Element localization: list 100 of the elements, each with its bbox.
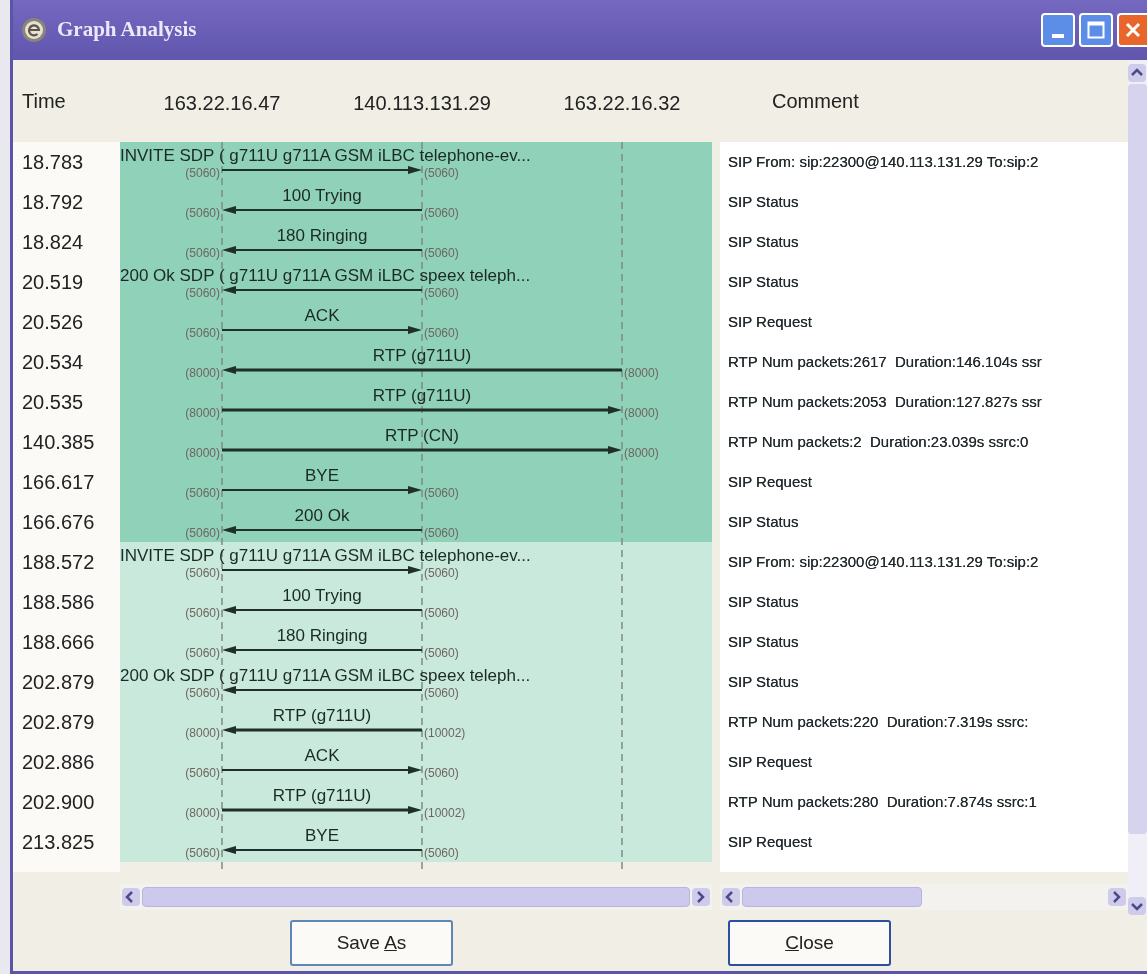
port-label: (5060): [424, 326, 459, 340]
time-cell-text: 18.792: [22, 190, 84, 215]
port-label: (5060): [185, 166, 220, 180]
port-label: (5060): [424, 646, 459, 660]
comment-cell-text: SIP From: sip:22300@140.113.131.29 To:sip:2: [728, 551, 1039, 572]
time-cell-text: 18.824: [22, 230, 84, 255]
message-label: 200 Ok SDP ( g711U g711A GSM iLBC speex teleph...: [120, 266, 531, 285]
port-label: (8000): [185, 446, 220, 460]
message-label: RTP (g711U): [272, 706, 372, 725]
message-label: RTP (g711U): [372, 346, 472, 365]
message-label: BYE: [305, 466, 339, 485]
port-label: (8000): [624, 406, 659, 420]
host-header: 140.113.131.29: [353, 91, 491, 116]
message-label: 180 Ringing: [276, 626, 368, 645]
host-header: 163.22.16.47: [163, 91, 281, 116]
time-cell-text: 202.879: [22, 670, 95, 695]
app-icon: [21, 17, 47, 43]
time-cell-text: 166.676: [22, 510, 95, 535]
time-cell-text: 20.519: [22, 270, 84, 295]
message-label: 100 Trying: [282, 186, 362, 205]
message-label: 200 Ok: [294, 506, 350, 525]
message-label: ACK: [304, 746, 340, 765]
time-cell-text: 213.825: [22, 830, 95, 855]
port-label: (5060): [185, 206, 220, 220]
port-label: (5060): [424, 526, 459, 540]
message-label: INVITE SDP ( g711U g711A GSM iLBC telephone-ev...: [120, 146, 531, 165]
comment-cell-text: RTP Num packets:2 Duration:23.039s ssrc:0: [728, 431, 1029, 452]
time-cell-text: 20.526: [22, 310, 84, 335]
time-cell-text: 166.617: [22, 470, 95, 495]
scrollbar-thumb[interactable]: [742, 887, 922, 907]
comment-cell-text: SIP Request: [728, 471, 812, 492]
comment-cell-text: SIP Request: [728, 751, 812, 772]
comment-cell-text: SIP From: sip:22300@140.113.131.29 To:sip:2: [728, 151, 1039, 172]
port-label: (5060): [424, 566, 459, 580]
port-label: (5060): [185, 766, 220, 780]
port-label: (5060): [185, 846, 220, 860]
window-title: Graph Analysis: [57, 16, 197, 44]
dialog-button[interactable]: Save As: [290, 920, 453, 966]
host-header: 163.22.16.32: [563, 91, 681, 116]
comment-cell-text: SIP Status: [728, 191, 799, 212]
port-label: (5060): [424, 166, 459, 180]
port-label: (5060): [185, 566, 220, 580]
port-label: (8000): [624, 446, 659, 460]
close-icon: [1125, 22, 1141, 38]
port-label: (8000): [185, 366, 220, 380]
time-cell-text: 188.586: [22, 590, 95, 615]
column-header: Time: [21, 89, 67, 114]
port-label: (5060): [424, 206, 459, 220]
comment-cell-text: RTP Num packets:2617 Duration:146.104s ssr: [728, 351, 1042, 372]
comment-cell-text: SIP Request: [728, 831, 812, 852]
message-label: 180 Ringing: [276, 226, 368, 245]
comment-cell-text: SIP Status: [728, 631, 799, 652]
port-label: (5060): [424, 286, 459, 300]
column-header: Comment: [771, 89, 860, 114]
port-label: (10002): [424, 806, 466, 820]
port-label: (5060): [185, 606, 220, 620]
message-label: ACK: [304, 306, 340, 325]
time-cell-text: 202.900: [22, 790, 95, 815]
time-cell-text: 188.572: [22, 550, 95, 575]
port-label: (5060): [424, 486, 459, 500]
maximize-button[interactable]: [1079, 13, 1113, 47]
comment-cell-text: SIP Status: [728, 271, 799, 292]
time-cell-text: 202.886: [22, 750, 95, 775]
message-label: INVITE SDP ( g711U g711A GSM iLBC telephone-ev...: [120, 546, 531, 565]
message-label: 100 Trying: [282, 586, 362, 605]
port-label: (5060): [185, 686, 220, 700]
close-button[interactable]: [1117, 13, 1147, 47]
port-label: (8000): [185, 726, 220, 740]
dialog-button[interactable]: Close: [728, 920, 891, 966]
comment-cell-text: SIP Status: [728, 591, 799, 612]
time-cell-text: 202.879: [22, 710, 95, 735]
port-label: (5060): [424, 846, 459, 860]
comment-cell-text: RTP Num packets:2053 Duration:127.827s ssr: [728, 391, 1042, 412]
port-label: (5060): [424, 686, 459, 700]
port-label: (5060): [185, 646, 220, 660]
port-label: (5060): [424, 766, 459, 780]
time-cell-text: 18.783: [22, 150, 84, 175]
port-label: (5060): [424, 606, 459, 620]
port-label: (5060): [185, 286, 220, 300]
message-label: BYE: [305, 826, 339, 845]
port-label: (8000): [624, 366, 659, 380]
minimize-button[interactable]: [1041, 13, 1075, 47]
comment-cell-text: RTP Num packets:280 Duration:7.874s ssrc:1: [728, 791, 1037, 812]
message-label: RTP (g711U): [272, 786, 372, 805]
time-cell-text: 140.385: [22, 430, 95, 455]
message-label: RTP (g711U): [372, 386, 472, 405]
comment-cell-text: SIP Request: [728, 311, 812, 332]
time-cell-text: 20.534: [22, 350, 84, 375]
horizontal-scrollbar[interactable]: [120, 884, 712, 910]
comment-cell-text: SIP Status: [728, 231, 799, 252]
scrollbar-thumb[interactable]: [142, 887, 690, 907]
message-label: 200 Ok SDP ( g711U g711A GSM iLBC speex teleph...: [120, 666, 531, 685]
time-cell-text: 20.535: [22, 390, 84, 415]
maximize-icon: [1087, 21, 1105, 39]
port-label: (8000): [185, 406, 220, 420]
port-label: (8000): [185, 806, 220, 820]
port-label: (5060): [424, 246, 459, 260]
comment-cell-text: SIP Status: [728, 671, 799, 692]
horizontal-scrollbar[interactable]: [720, 884, 1128, 910]
port-label: (5060): [185, 326, 220, 340]
